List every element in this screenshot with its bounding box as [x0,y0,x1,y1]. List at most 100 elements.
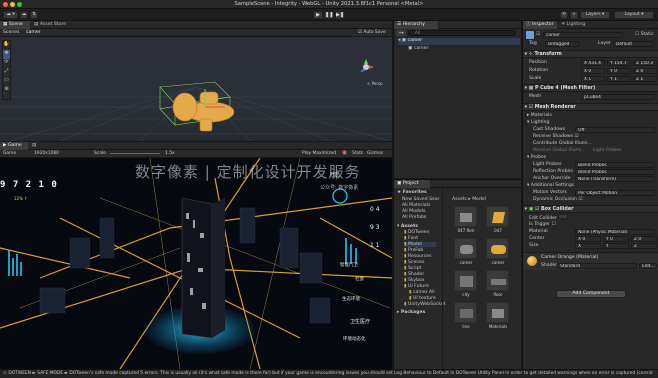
size-z[interactable]: Z 1.09862 [631,243,657,249]
cast-shadows-dropdown[interactable]: Off [575,127,655,133]
account-button[interactable]: ☁ ▾ [3,11,18,19]
center-z[interactable]: Z 0 [631,236,657,242]
asset-thumb[interactable] [486,206,509,227]
folder-item[interactable]: ▮ Scenes [404,260,424,265]
is-trigger-toggle[interactable]: Is Trigger ☐ [529,221,556,228]
folder-item[interactable]: ▮ Font [404,236,418,241]
materials-foldout[interactable]: ▸ Materials [527,112,552,119]
folder-item[interactable]: ▮ UI texture [409,296,436,301]
folder-item-selected[interactable]: ▮ Model [404,242,436,247]
tag-dropdown[interactable]: Untagged [545,41,579,47]
favorites-header[interactable]: ★ Favorites [397,190,427,195]
folder-item[interactable]: ▮ Script [404,266,421,271]
display-dropdown[interactable]: Game [3,151,16,156]
folder-item[interactable]: ▮ UI Future [404,284,429,289]
edit-collider-button[interactable]: Edit Collider [529,214,569,221]
scale-slider[interactable] [110,153,160,154]
play-maximized-toggle[interactable]: Play Maximized [302,151,336,156]
mute-icon[interactable]: 🔇 [342,151,347,156]
project-breadcrumb[interactable]: Assets ▸ Model [452,197,486,202]
add-component-button[interactable]: Add Component [556,290,626,298]
pause-button[interactable]: ❚❚ [324,11,334,19]
collider-material-field[interactable]: None (Physic Material) [575,229,655,235]
position-x[interactable]: X 431.4 [581,60,605,66]
anchor-override-field[interactable]: None (Transform) [575,176,655,182]
folder-item[interactable]: ▮ PreFab [404,248,423,253]
folder-item[interactable]: ▮ camer All [409,290,435,295]
hierarchy-search-input[interactable]: All [408,30,516,36]
asset-thumb[interactable] [486,270,509,291]
stats-button[interactable]: Stats [352,151,363,156]
box-collider-header[interactable]: ▾ ▣ ☑ Box Collider [523,205,658,213]
asset-thumb[interactable] [486,238,509,259]
collab-icon[interactable]: ⇅ [30,11,38,19]
favorite-item[interactable]: All Materials [402,203,430,208]
tab-lighting[interactable]: ☀ Lighting [558,21,592,29]
persp-label[interactable]: < Persp [367,81,383,86]
hand-tool-icon[interactable]: ✋ [3,41,10,50]
move-tool-icon[interactable]: ✥ [3,50,10,59]
folder-item[interactable]: ▮ Shader [404,272,424,277]
tab-project[interactable]: ▣ Project [394,180,430,188]
scene-gizmo-icon[interactable] [356,57,376,77]
tab-asset-store[interactable]: ▤ Asset Store [31,21,71,29]
scale-x[interactable]: X 1 [581,76,605,82]
favorite-item[interactable]: All Prefabs [402,215,426,220]
lighting-foldout[interactable]: ▾ Lighting [527,119,549,126]
rotation-x[interactable]: X 0 [581,68,605,74]
transform-tool-icon[interactable]: ⊕ [3,86,10,95]
folder-item[interactable]: ▮ UnityWebSocket [404,302,445,307]
probes-foldout[interactable]: ▾ Probes [527,154,546,161]
favorite-item[interactable]: New Saved Sear [402,197,440,202]
scale-tool-icon[interactable]: ⤢ [3,68,10,77]
tab-scene[interactable]: ▦ Scene [0,21,30,29]
dynamic-occlusion-toggle[interactable]: Dynamic Occlusion ☑ [533,196,583,203]
center-y[interactable]: Y 0 [603,236,629,242]
assets-header[interactable]: ▾ Assets [397,224,418,229]
shader-edit-button[interactable]: Edit... [639,263,657,269]
size-y[interactable]: Y 1.79091 [603,243,629,249]
center-x[interactable]: X 0 [575,236,601,242]
search-icon[interactable]: ⌕ [570,11,578,19]
scale-z[interactable]: Z 1 [633,76,657,82]
scale-y[interactable]: Y 1 [607,76,631,82]
layers-dropdown[interactable]: Layers ▾ [580,11,610,19]
shader-dropdown[interactable]: Standard [557,263,637,269]
asset-thumb[interactable] [486,302,509,323]
mesh-renderer-header[interactable]: ▾ ☑ Mesh Renderer [523,103,658,111]
motion-vectors-dropdown[interactable]: Per Object Motion [575,190,655,196]
tab-inspector[interactable]: ⓘ Inspector [523,21,557,29]
rotation-z[interactable]: Z 0 [633,68,657,74]
play-button[interactable]: ▶ [313,11,323,19]
asset-thumb[interactable] [454,270,477,291]
rect-tool-icon[interactable]: ▭ [3,77,10,86]
gizmos-button[interactable]: Gizmos [367,151,383,156]
status-bar[interactable]: ⚠ DOTWEEN ► SAFE MODE ► DOTween's safe m… [0,369,658,378]
scene-view[interactable]: < Persp ✋ ✥ ⟳ ⤢ ▭ ⊕ [0,37,392,141]
rotate-tool-icon[interactable]: ⟳ [3,59,10,68]
create-button[interactable]: +▾ [396,30,406,36]
rotation-y[interactable]: Y 0 [607,68,631,74]
cloud-icon[interactable]: ☁ [20,11,28,19]
size-x[interactable]: X 2.23939 [575,243,601,249]
reflection-probes-dropdown[interactable]: Blend Probes [575,169,655,175]
asset-thumb[interactable] [454,238,477,259]
position-z[interactable]: Z 150.3 [633,60,657,66]
contribute-gi-toggle[interactable]: Contribute Global Illumi... [533,140,592,147]
light-probes-dropdown[interactable]: Blend Probes [575,162,655,168]
folder-item[interactable]: ▮ Resources [404,254,431,259]
position-y[interactable]: Y 154.7 [607,60,631,66]
resolution-dropdown[interactable]: 1920x1080 [34,151,59,156]
mesh-filter-header[interactable]: ▾ ▦ P Cube 4 (Mesh Filter) [523,84,658,92]
additional-settings-foldout[interactable]: ▾ Additional Settings [527,182,574,189]
mesh-field[interactable]: pCube4 [581,94,655,100]
tab-hierarchy[interactable]: ☰ Hierarchy [394,21,438,29]
tab-game[interactable]: ▶ Game [0,142,28,150]
game-view[interactable]: 9 7 2 1 0 12% ↑ 数字像素 | 定制化设计开发服务 公众号: 数字… [0,158,392,369]
receive-shadows-toggle[interactable]: Receive Shadows ☑ [533,133,579,140]
active-toggle[interactable]: ☑ [536,31,540,38]
packages-header[interactable]: ▸ Packages [397,310,425,315]
breadcrumb-root[interactable]: Scenes [3,30,19,35]
static-toggle[interactable]: ☐ Static [635,31,654,38]
asset-thumb[interactable] [454,206,477,227]
